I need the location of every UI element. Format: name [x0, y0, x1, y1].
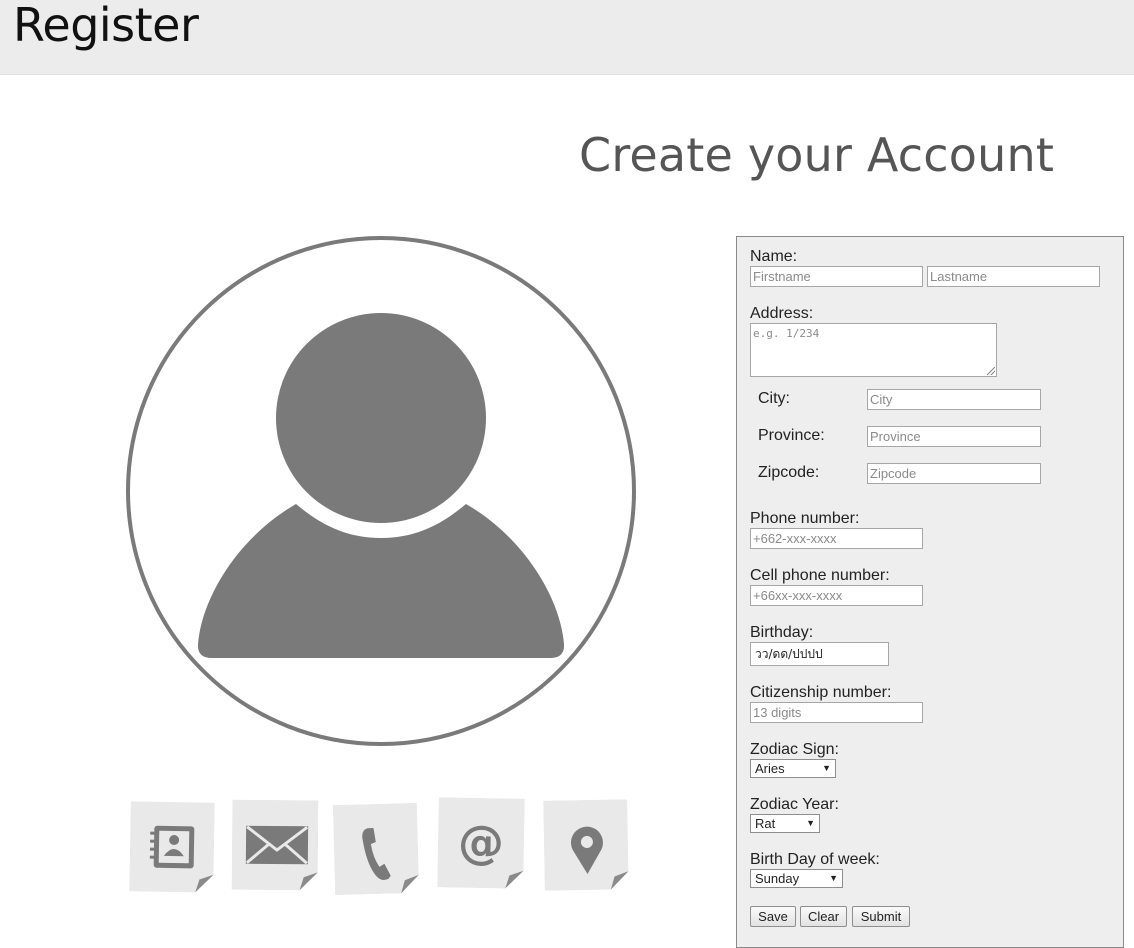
cell-phone-input[interactable]	[750, 585, 923, 606]
lastname-input[interactable]	[927, 266, 1100, 287]
province-label: Province:	[758, 427, 825, 444]
dropdown-arrow-icon: ▼	[822, 763, 831, 773]
zodiac-year-label: Zodiac Year:	[750, 796, 839, 813]
envelope-icon	[231, 799, 319, 891]
city-label: City:	[758, 390, 790, 407]
zodiac-sign-label: Zodiac Sign:	[750, 741, 839, 758]
location-note[interactable]	[543, 799, 629, 891]
birth-day-value: Sunday	[755, 871, 800, 886]
zodiac-sign-value: Aries	[755, 761, 785, 776]
birthday-label: Birthday:	[750, 624, 814, 641]
at-sign-icon: @	[437, 797, 525, 889]
email-note[interactable]	[231, 799, 319, 891]
zodiac-year-select[interactable]: Rat ▼	[750, 814, 820, 833]
zodiac-sign-select[interactable]: Aries ▼	[750, 759, 836, 778]
province-input[interactable]	[867, 426, 1041, 447]
phone-icon	[332, 802, 419, 896]
header-bar: Register	[0, 0, 1134, 75]
dropdown-arrow-icon: ▼	[829, 873, 838, 883]
contacts-book-icon	[129, 801, 215, 893]
contact-icons-row: @	[128, 797, 634, 898]
zipcode-label: Zipcode:	[758, 464, 820, 481]
firstname-input[interactable]	[750, 266, 923, 287]
user-avatar-icon	[126, 236, 636, 746]
birthday-date-input[interactable]: วว/ดด/ปปปป	[750, 642, 889, 666]
contacts-note[interactable]	[129, 801, 215, 893]
textarea-resize-handle[interactable]	[987, 367, 995, 375]
citizenship-label: Citizenship number:	[750, 684, 892, 701]
zipcode-input[interactable]	[867, 463, 1041, 484]
birth-day-select[interactable]: Sunday ▼	[750, 869, 843, 888]
dropdown-arrow-icon: ▼	[806, 818, 815, 828]
clear-button[interactable]: Clear	[800, 906, 847, 927]
address-label: Address:	[750, 305, 814, 322]
page-title: Create your Account	[579, 128, 1055, 182]
cell-phone-label: Cell phone number:	[750, 567, 890, 584]
citizenship-input[interactable]	[750, 702, 923, 723]
address-textarea[interactable]	[750, 323, 997, 377]
svg-text:@: @	[458, 815, 505, 870]
save-button[interactable]: Save	[750, 906, 796, 927]
phone-note[interactable]	[332, 802, 419, 896]
phone-label: Phone number:	[750, 510, 860, 527]
birth-day-label: Birth Day of week:	[750, 851, 880, 868]
phone-input[interactable]	[750, 528, 923, 549]
registration-form: Name: Address: City: Province: Zipcode: …	[736, 236, 1124, 948]
city-input[interactable]	[867, 389, 1041, 410]
at-sign-note[interactable]: @	[437, 797, 525, 889]
header-title: Register	[13, 0, 199, 52]
zodiac-year-value: Rat	[755, 816, 776, 831]
map-pin-icon	[543, 799, 629, 891]
submit-button[interactable]: Submit	[852, 906, 910, 927]
name-label: Name:	[750, 248, 798, 265]
